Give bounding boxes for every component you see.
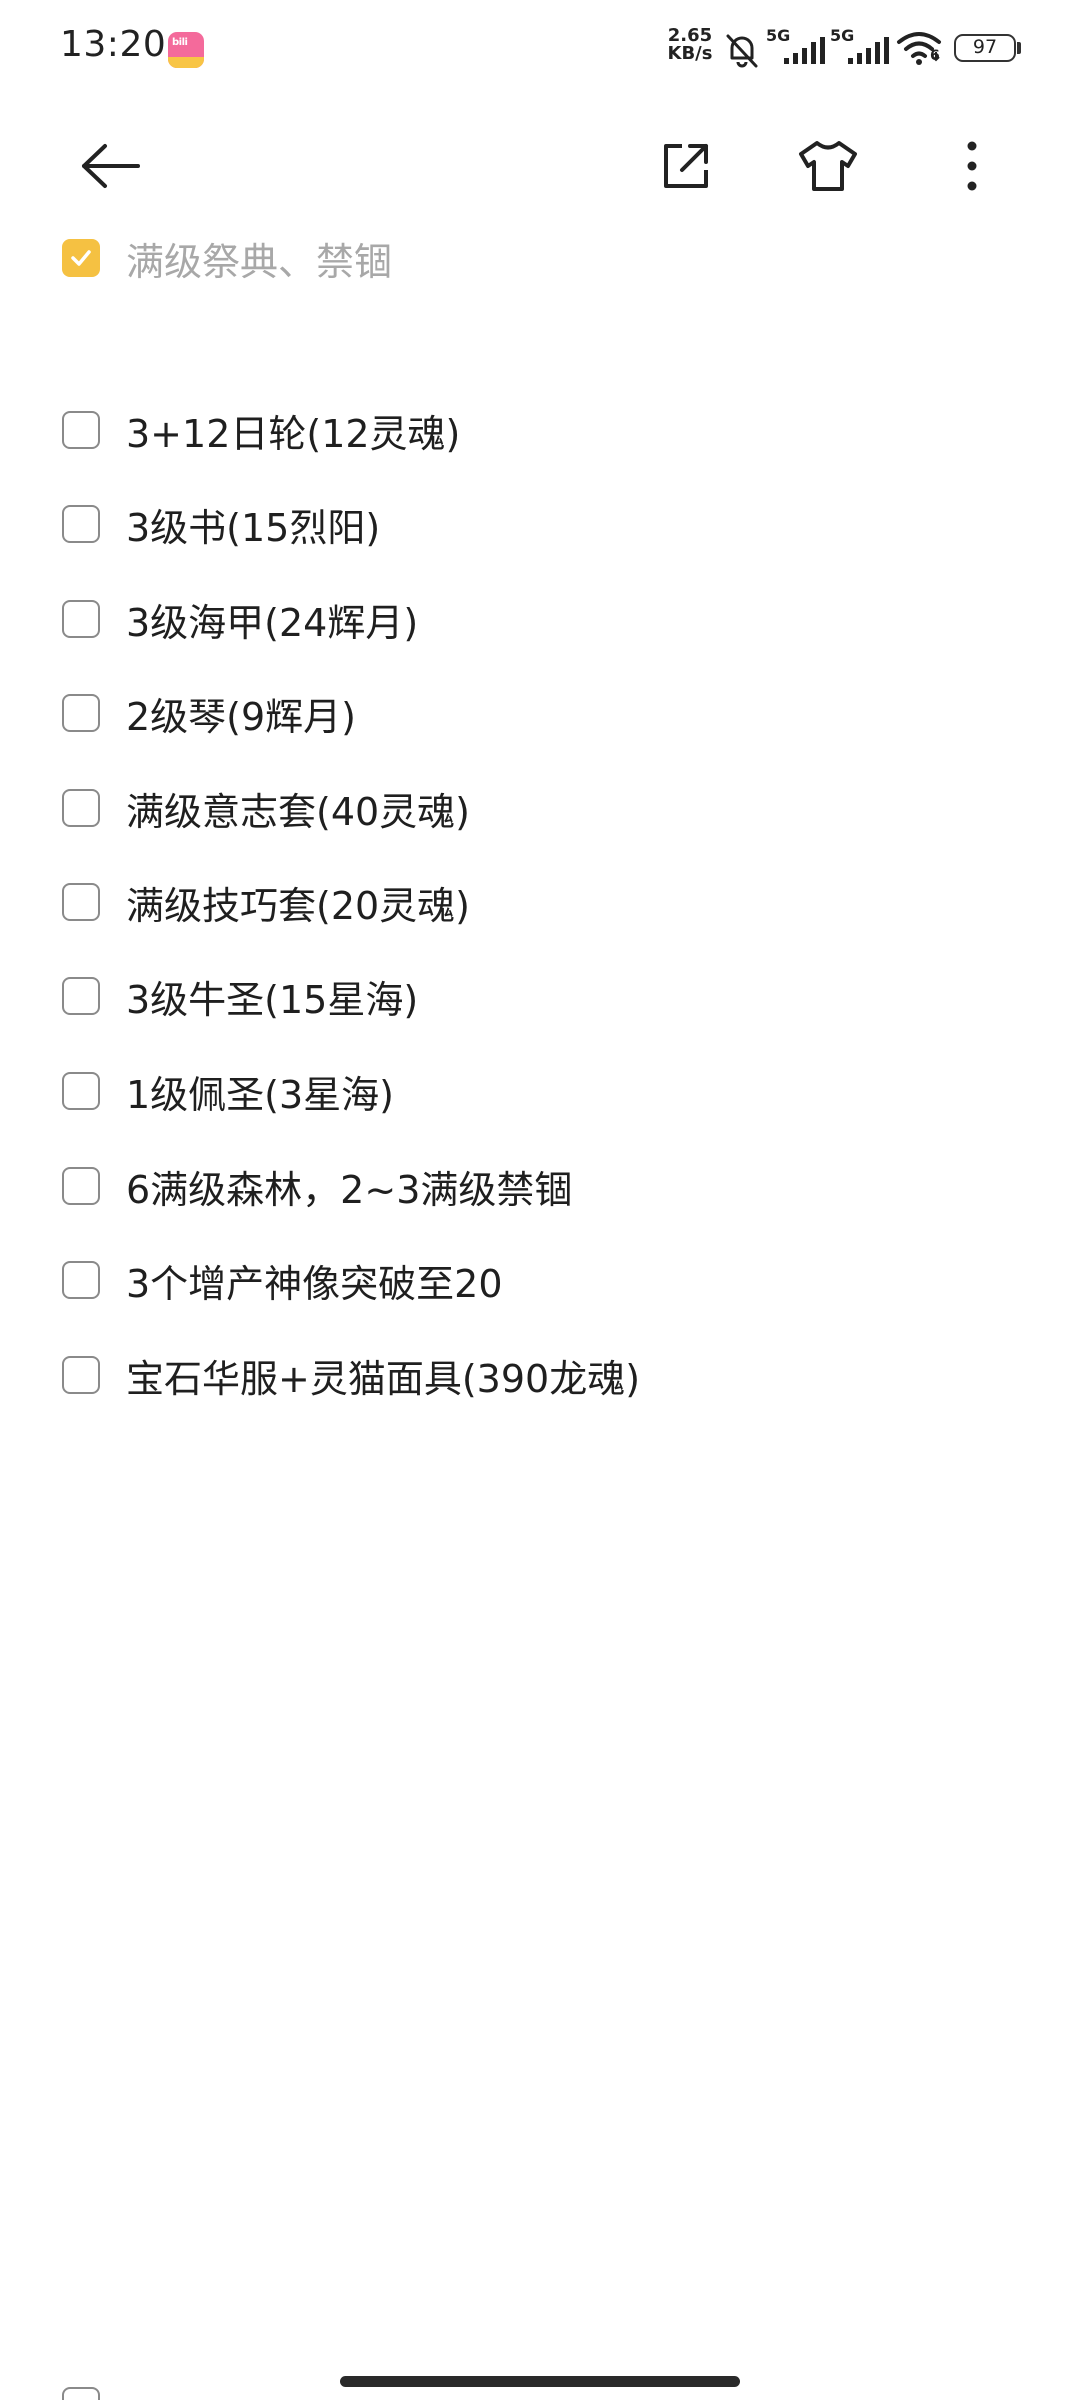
notes-page: 13:20 bili 2.65 KB/s 5G 5G 6 97 满级祭典、禁锢 … — [0, 0, 1080, 2400]
checklist-item-label: 1级佩圣(3星海) — [126, 1072, 395, 1117]
checklist-item-label: 3级牛圣(15星海) — [126, 977, 419, 1022]
open-external-button[interactable] — [646, 126, 726, 206]
checklist-item[interactable]: 3个增产神像突破至20 — [62, 1250, 503, 1310]
bilibili-notification-icon: bili — [168, 32, 204, 68]
checklist-item[interactable]: 宝石华服+灵猫面具(390龙魂) — [62, 1345, 640, 1405]
checkbox[interactable] — [62, 505, 100, 543]
back-button[interactable] — [70, 126, 150, 206]
checkbox-checked[interactable] — [62, 239, 100, 277]
checklist-item-label: 2级琴(9辉月) — [126, 694, 357, 739]
checklist-item-label: 3个增产神像突破至20 — [126, 1261, 503, 1306]
checkbox[interactable] — [62, 2387, 100, 2400]
status-bar: 13:20 bili 2.65 KB/s 5G 5G 6 97 — [0, 0, 1080, 100]
network-speed-unit: KB/s — [667, 43, 713, 64]
checkbox[interactable] — [62, 1167, 100, 1205]
checklist-item[interactable]: 3级海甲(24辉月) — [62, 589, 418, 649]
checkbox[interactable] — [62, 883, 100, 921]
open-external-icon — [664, 144, 708, 188]
wifi-standard-badge: 6 — [930, 48, 940, 64]
checkbox[interactable] — [62, 600, 100, 638]
tshirt-icon — [799, 141, 857, 191]
cell-signal-icon — [784, 37, 825, 64]
checklist-item[interactable]: 满级意志套(40灵魂) — [62, 778, 470, 838]
checklist-item-label: 3级海甲(24辉月) — [126, 600, 419, 645]
battery-indicator: 97 — [954, 34, 1016, 62]
checklist-item[interactable]: 2级琴(9辉月) — [62, 683, 356, 743]
checklist-item[interactable]: 满级祭典、禁锢 — [62, 228, 392, 288]
checklist-item-label: 宝石华服+灵猫面具(390龙魂) — [126, 1356, 641, 1401]
cell-signal-icon — [848, 37, 889, 64]
checklist-item-label: 3级书(15烈阳) — [126, 505, 381, 550]
checklist-item[interactable]: 3级牛圣(15星海) — [62, 966, 418, 1026]
network-speed: 2.65 KB/s — [664, 27, 716, 63]
checkbox[interactable] — [62, 789, 100, 827]
status-time: 13:20 — [60, 24, 167, 65]
battery-tip — [1017, 42, 1021, 54]
checkbox[interactable] — [62, 411, 100, 449]
checkmark-icon — [71, 250, 91, 266]
checklist-item[interactable]: 3+12日轮(12灵魂) — [62, 400, 460, 460]
checkbox[interactable] — [62, 977, 100, 1015]
checklist-item[interactable]: 3级书(15烈阳) — [62, 494, 380, 554]
checklist-item-label: 6满级森林，2~3满级禁锢 — [126, 1167, 573, 1212]
home-indicator[interactable] — [340, 2376, 740, 2387]
theme-button[interactable] — [788, 126, 868, 206]
checklist-item-label: 满级技巧套(20灵魂) — [126, 883, 471, 928]
checkbox[interactable] — [62, 1356, 100, 1394]
checklist-item-offscreen[interactable] — [62, 2376, 100, 2400]
bell-muted-icon — [726, 34, 758, 68]
more-options-button[interactable] — [932, 126, 1012, 206]
checklist-item[interactable]: 6满级森林，2~3满级禁锢 — [62, 1156, 572, 1216]
more-vertical-icon — [967, 141, 977, 191]
checkbox[interactable] — [62, 1072, 100, 1110]
checklist-item-label: 满级祭典、禁锢 — [126, 239, 393, 284]
arrow-left-icon — [82, 144, 140, 188]
checkbox[interactable] — [62, 694, 100, 732]
checklist-item[interactable]: 1级佩圣(3星海) — [62, 1061, 394, 1121]
checklist-item-label: 满级意志套(40灵魂) — [126, 789, 471, 834]
checkbox[interactable] — [62, 1261, 100, 1299]
checklist-item-label: 3+12日轮(12灵魂) — [126, 411, 461, 456]
checklist-item[interactable]: 满级技巧套(20灵魂) — [62, 872, 470, 932]
